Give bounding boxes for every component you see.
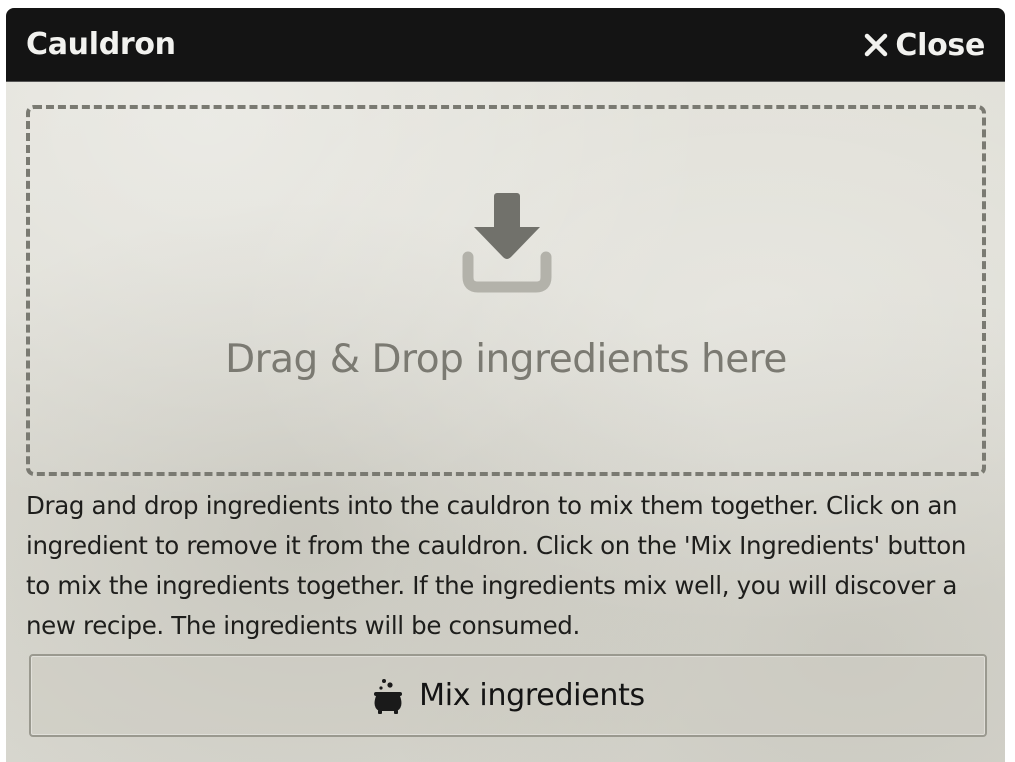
cauldron-window: Cauldron Close Drag & Drop ingredients h… <box>6 8 1005 762</box>
close-icon[interactable] <box>863 32 889 58</box>
mix-ingredients-label[interactable]: Mix ingredients <box>419 678 645 713</box>
mix-ingredients-button[interactable]: Mix ingredients <box>29 654 987 737</box>
ingredient-dropzone[interactable]: Drag & Drop ingredients here <box>26 105 986 476</box>
close-button[interactable]: Close <box>863 8 985 82</box>
window-title: Cauldron <box>26 27 176 62</box>
download-icon <box>462 191 552 293</box>
close-label[interactable]: Close <box>895 28 985 63</box>
dropzone-text: Drag & Drop ingredients here <box>225 337 787 382</box>
window-header[interactable]: Cauldron Close <box>6 8 1005 82</box>
cauldron-icon <box>371 677 405 715</box>
instructions-text: Drag and drop ingredients into the cauld… <box>26 491 967 640</box>
